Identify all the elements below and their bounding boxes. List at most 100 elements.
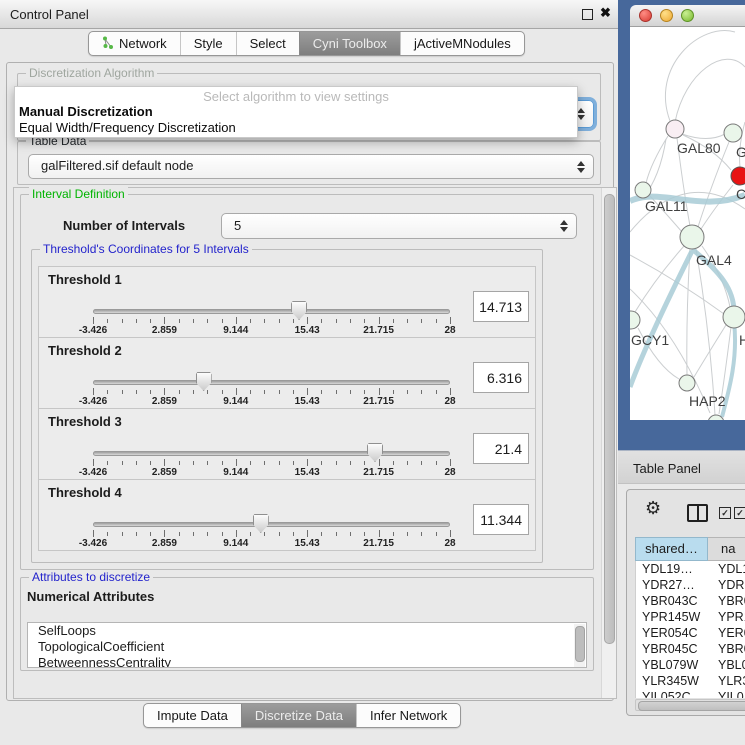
table-row[interactable]: YDR27…YDR2	[636, 577, 745, 593]
cyni-bottom-tabbar: Impute Data Discretize Data Infer Networ…	[143, 703, 461, 728]
tab-discretize-data[interactable]: Discretize Data	[241, 704, 356, 727]
tab-network[interactable]: Network	[89, 32, 180, 55]
attributes-scrollbar-thumb[interactable]	[575, 626, 585, 662]
threshold-3-slider[interactable]: -3.426 2.859 9.144 15.43 21.715 28	[93, 443, 450, 481]
label-c-partial: C	[736, 186, 745, 202]
slider-track[interactable]	[93, 451, 450, 456]
network-edges	[630, 31, 745, 415]
tick-label: 15.43	[295, 538, 320, 549]
horizontal-scrollbar-thumb[interactable]	[638, 701, 745, 711]
threshold-3-value-field[interactable]: 21.4	[473, 433, 529, 464]
table-row[interactable]: YBR043CYBR0	[636, 593, 745, 609]
threshold-2-value-field[interactable]: 6.316	[473, 362, 529, 393]
threshold-2-slider[interactable]: -3.426 2.859 9.144 15.43 21.715 28	[93, 372, 450, 410]
node-gcy1[interactable]	[630, 311, 640, 329]
screenshot-root: Control Panel ✖ Network Style Select Cyn…	[0, 0, 745, 745]
thresholds-container: Threshold 1 -3.426 2.859 9.144 15.43	[38, 266, 536, 551]
table-row[interactable]: YDL19…YDL1	[636, 561, 745, 577]
tick-label: -3.426	[79, 538, 107, 549]
attribute-item[interactable]: BetweennessCentrality	[28, 655, 586, 668]
checkbox-icon[interactable]: ✓	[734, 507, 745, 519]
slider-track[interactable]	[93, 380, 450, 385]
combo-arrows-icon	[560, 220, 568, 232]
network-nodes[interactable]	[630, 120, 745, 420]
minimize-traffic-light[interactable]	[660, 9, 673, 22]
attribute-item[interactable]: SelfLoops	[28, 623, 586, 639]
vertical-scrollbar[interactable]	[601, 188, 616, 698]
threshold-4-value-field[interactable]: 11.344	[473, 504, 529, 535]
cell[interactable]: YBR0	[709, 641, 745, 657]
table-row[interactable]: YIL052CYIL0	[636, 689, 745, 698]
close-icon[interactable]: ✖	[600, 5, 611, 21]
dropdown-option-manual[interactable]: Manual Discretization	[15, 104, 577, 120]
tab-impute-data[interactable]: Impute Data	[144, 704, 241, 727]
column-header-shared-name[interactable]: shared…	[635, 537, 708, 561]
node-gal4[interactable]	[680, 225, 704, 249]
tab-cyni-toolbox[interactable]: Cyni Toolbox	[299, 32, 400, 55]
node-g-partial[interactable]	[724, 124, 742, 142]
number-of-intervals-label: Number of Intervals	[63, 218, 185, 233]
network-window-titlebar[interactable]	[630, 5, 745, 27]
dropdown-placeholder-item[interactable]: Select algorithm to view settings	[15, 87, 577, 104]
cell[interactable]: YDL1	[709, 561, 745, 577]
columns-icon[interactable]	[687, 504, 708, 522]
horizontal-scrollbar[interactable]	[635, 699, 745, 711]
table-data-combobox[interactable]: galFiltered.sif default node	[28, 154, 594, 179]
tick-label: 15.43	[295, 396, 320, 407]
slider-tick-labels: -3.426 2.859 9.144 15.43 21.715 28	[93, 396, 450, 408]
node-red-selected[interactable]	[731, 167, 745, 185]
cell[interactable]: YDR2	[709, 577, 745, 593]
close-traffic-light[interactable]	[639, 9, 652, 22]
cell[interactable]: YIL052C	[636, 689, 709, 698]
cell[interactable]: YPR145W	[636, 609, 709, 625]
table-body[interactable]: YDL19…YDL1 YDR27…YDR2 YBR043CYBR0 YPR145…	[635, 561, 745, 698]
cell[interactable]: YER0	[709, 625, 745, 641]
cell[interactable]: YBL079W	[636, 657, 709, 673]
slider-track[interactable]	[93, 522, 450, 527]
table-row[interactable]: YER054CYER0	[636, 625, 745, 641]
number-of-intervals-combobox[interactable]: 5	[221, 213, 577, 239]
tab-style[interactable]: Style	[180, 32, 236, 55]
combo-arrows-icon	[577, 108, 585, 120]
vertical-scrollbar-thumb[interactable]	[604, 194, 615, 644]
column-header-name[interactable]: na	[708, 537, 745, 561]
cell[interactable]: YBR045C	[636, 641, 709, 657]
cell[interactable]: YPR1	[709, 609, 745, 625]
dropdown-option-equal-width[interactable]: Equal Width/Frequency Discretization	[15, 120, 577, 136]
tab-select[interactable]: Select	[236, 32, 299, 55]
node-hap2[interactable]	[679, 375, 695, 391]
tick-label: 28	[444, 325, 455, 336]
network-canvas[interactable]: GAL80 G C GAL11 GAL4 GCY1 H HAP2	[630, 27, 745, 420]
cell[interactable]: YBR0	[709, 593, 745, 609]
tab-infer-network-label: Infer Network	[370, 708, 447, 723]
cell[interactable]: YDL19…	[636, 561, 709, 577]
node-gal11[interactable]	[635, 182, 651, 198]
cell[interactable]: YER054C	[636, 625, 709, 641]
cell[interactable]: YBR043C	[636, 593, 709, 609]
tick-label: 15.43	[295, 325, 320, 336]
cell[interactable]: YIL0	[709, 689, 745, 698]
table-row[interactable]: YPR145WYPR1	[636, 609, 745, 625]
threshold-4-slider[interactable]: -3.426 2.859 9.144 15.43 21.715 28	[93, 514, 450, 552]
attribute-item[interactable]: TopologicalCoefficient	[28, 639, 586, 655]
tab-jactivemnodules[interactable]: jActiveMNodules	[400, 32, 524, 55]
slider-track[interactable]	[93, 309, 450, 314]
cell[interactable]: YDR27…	[636, 577, 709, 593]
table-row[interactable]: YBL079WYBL0	[636, 657, 745, 673]
table-row[interactable]: YLR345WYLR3	[636, 673, 745, 689]
threshold-1-value-field[interactable]: 14.713	[473, 291, 529, 322]
node-gal80[interactable]	[666, 120, 684, 138]
cell[interactable]: YBL0	[709, 657, 745, 673]
gear-icon[interactable]: ⚙	[645, 498, 661, 519]
table-row[interactable]: YBR045CYBR0	[636, 641, 745, 657]
threshold-1-slider[interactable]: -3.426 2.859 9.144 15.43 21.715 28	[93, 301, 450, 339]
node-h[interactable]	[723, 306, 745, 328]
cell[interactable]: YLR345W	[636, 673, 709, 689]
cell[interactable]: YLR3	[709, 673, 745, 689]
tab-infer-network[interactable]: Infer Network	[356, 704, 460, 727]
attributes-scrollbar[interactable]	[574, 624, 585, 667]
zoom-traffic-light[interactable]	[681, 9, 694, 22]
tick-label: 2.859	[152, 538, 177, 549]
checkbox-icon[interactable]: ✓	[719, 507, 731, 519]
float-window-icon[interactable]	[582, 9, 593, 20]
